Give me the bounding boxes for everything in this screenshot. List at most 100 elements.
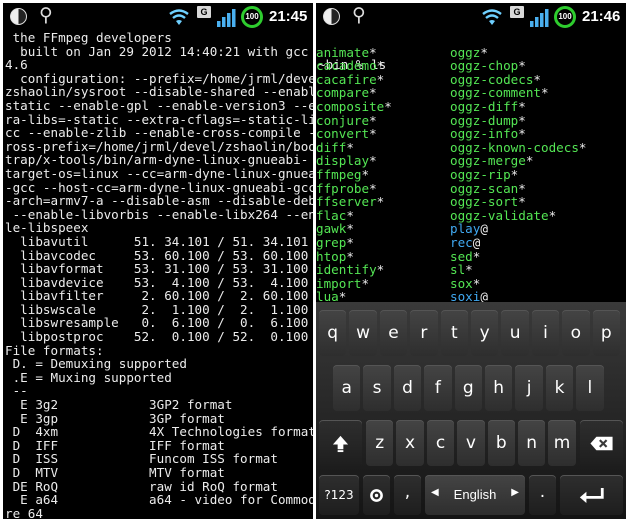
terminal-line: static --enable-gpl --enable-version3 --… <box>5 97 313 113</box>
yin-yang-icon <box>10 8 27 25</box>
key-a[interactable]: a <box>333 365 361 411</box>
terminal-line: target-os=linux --cc=arm-dyne-linux-gnue… <box>5 165 313 181</box>
shift-key[interactable] <box>319 420 362 466</box>
settings-key[interactable] <box>363 475 390 515</box>
key-u[interactable]: u <box>501 310 529 356</box>
ls-entry: cacafire* <box>316 72 392 87</box>
battery-icon: 100 <box>554 6 576 28</box>
key-t[interactable]: t <box>440 310 468 356</box>
key-label: d <box>402 378 413 398</box>
key-g[interactable]: g <box>454 365 482 411</box>
key-r[interactable]: r <box>410 310 438 356</box>
period-key[interactable]: . <box>529 475 556 515</box>
ls-entry-suffix: * <box>548 207 557 223</box>
ls-entry: oggz-scan* <box>450 181 587 196</box>
key-e[interactable]: e <box>379 310 408 356</box>
key-h[interactable]: h <box>485 365 513 411</box>
language-left-icon: ◀ <box>431 487 439 498</box>
key-v[interactable]: v <box>457 420 485 466</box>
key-q[interactable]: q <box>319 310 347 356</box>
ls-entry-suffix: * <box>578 139 587 155</box>
ls-entry: oggz-validate* <box>450 207 587 223</box>
ls-entry-suffix: * <box>376 262 385 278</box>
ls-entry: convert* <box>316 127 392 141</box>
key-label: o <box>570 323 582 343</box>
ls-entry: sed* <box>450 248 587 264</box>
terminal-line: 4.6 <box>5 57 28 73</box>
key-m[interactable]: m <box>548 420 576 466</box>
terminal-line: D IFF IFF format <box>5 437 225 453</box>
terminal-line: libavformat 53. 31.100 / 53. 31.100 <box>5 261 309 277</box>
key-z[interactable]: z <box>366 420 394 466</box>
space-bar[interactable]: ◀ English ▶ <box>425 475 525 515</box>
ls-entry: oggz-chop* <box>450 59 587 73</box>
ls-entry-suffix: @ <box>480 289 488 302</box>
key-f[interactable]: f <box>424 365 452 411</box>
key-label: m <box>553 433 571 453</box>
terminal-line: DE RoQ raw id RoQ format <box>5 478 278 494</box>
key-d[interactable]: d <box>393 365 422 411</box>
ls-entry-suffix: * <box>472 248 481 264</box>
ls-entry-suffix: * <box>361 275 370 291</box>
key-label: a <box>341 378 352 398</box>
clock: 21:45 <box>269 8 308 25</box>
terminal-line: ra-libs=-static --extra-cflags=-static-l… <box>5 111 313 127</box>
terminal-line: libavcodec 53. 60.100 / 53. 60.100 <box>5 247 309 263</box>
ls-entry: lua* <box>316 290 392 302</box>
battery-icon: 100 <box>241 6 263 28</box>
ls-entry: htop* <box>316 249 392 264</box>
key-j[interactable]: j <box>515 365 543 411</box>
terminal-line: .E = Muxing supported <box>5 369 172 385</box>
key-label: k <box>554 378 565 398</box>
terminal-output[interactable]: ~bin % ls animate* cacademo* cacafire* comp… <box>316 31 626 302</box>
ls-entry: gawk* <box>316 222 392 236</box>
ls-column-2: oggz* oggz-chop* oggz-codecs* oggz-comment*… <box>450 45 587 302</box>
wifi-icon <box>169 9 189 25</box>
key-y[interactable]: y <box>471 310 499 356</box>
ls-entry: import* <box>316 275 392 291</box>
terminal-line: -- <box>5 383 28 399</box>
key-w[interactable]: w <box>349 310 377 356</box>
ls-entry-suffix: * <box>384 98 392 114</box>
key-p[interactable]: p <box>592 310 620 356</box>
key-o[interactable]: o <box>562 310 590 356</box>
ls-entry-name: soxi <box>450 289 481 302</box>
key-i[interactable]: i <box>531 310 560 356</box>
terminal-line: E a64 a64 - video for Commodo <box>5 492 313 508</box>
ls-entry: cacademo* <box>316 59 392 73</box>
key-c[interactable]: c <box>426 420 455 466</box>
shift-icon <box>332 435 349 453</box>
settings-icon <box>370 489 383 502</box>
comma-key[interactable]: , <box>394 475 421 515</box>
ls-entry: oggz-dump* <box>450 113 587 128</box>
key-l[interactable]: l <box>576 365 604 411</box>
key-label: z <box>375 433 385 453</box>
ls-entry: oggz-sort* <box>450 195 587 209</box>
ls-entry: oggz-known-codecs* <box>450 139 587 155</box>
backspace-key[interactable] <box>580 420 623 466</box>
clock: 21:46 <box>582 8 621 25</box>
ls-entry-name: lua <box>316 289 339 302</box>
terminal-line: trap/x-tools/bin/arm-dyne-linux-gnueabi-… <box>5 152 313 168</box>
right-phone-screen: ⚲ G 100 21:46 ~bin % ls animate* cacademo… <box>316 3 626 519</box>
key-s[interactable]: s <box>363 365 391 411</box>
key-x[interactable]: x <box>396 420 424 466</box>
usb-icon: ⚲ <box>352 4 366 26</box>
ls-entry: play@ <box>450 222 587 236</box>
ls-entry: oggz-merge* <box>450 154 587 168</box>
enter-key[interactable] <box>560 475 623 515</box>
symbols-key[interactable]: ?123 <box>319 475 359 515</box>
key-b[interactable]: b <box>487 420 515 466</box>
key-label: r <box>420 323 428 343</box>
key-n[interactable]: n <box>518 420 546 466</box>
key-k[interactable]: k <box>545 365 574 411</box>
key-label: e <box>388 323 399 343</box>
terminal-line: the FFmpeg developers <box>5 30 172 45</box>
terminal-line: libpostproc 52. 0.100 / 52. 0.100 <box>5 329 309 345</box>
network-type-badge: G <box>510 6 524 18</box>
key-label: h <box>493 378 505 398</box>
status-bar: ⚲ G 100 21:45 <box>3 3 313 31</box>
key-label: i <box>543 323 548 343</box>
terminal-line: ross-prefix=/home/jrml/devel/zshaolin/bo… <box>5 138 313 154</box>
terminal-output[interactable]: the FFmpeg developers built on Jan 29 20… <box>3 31 313 519</box>
